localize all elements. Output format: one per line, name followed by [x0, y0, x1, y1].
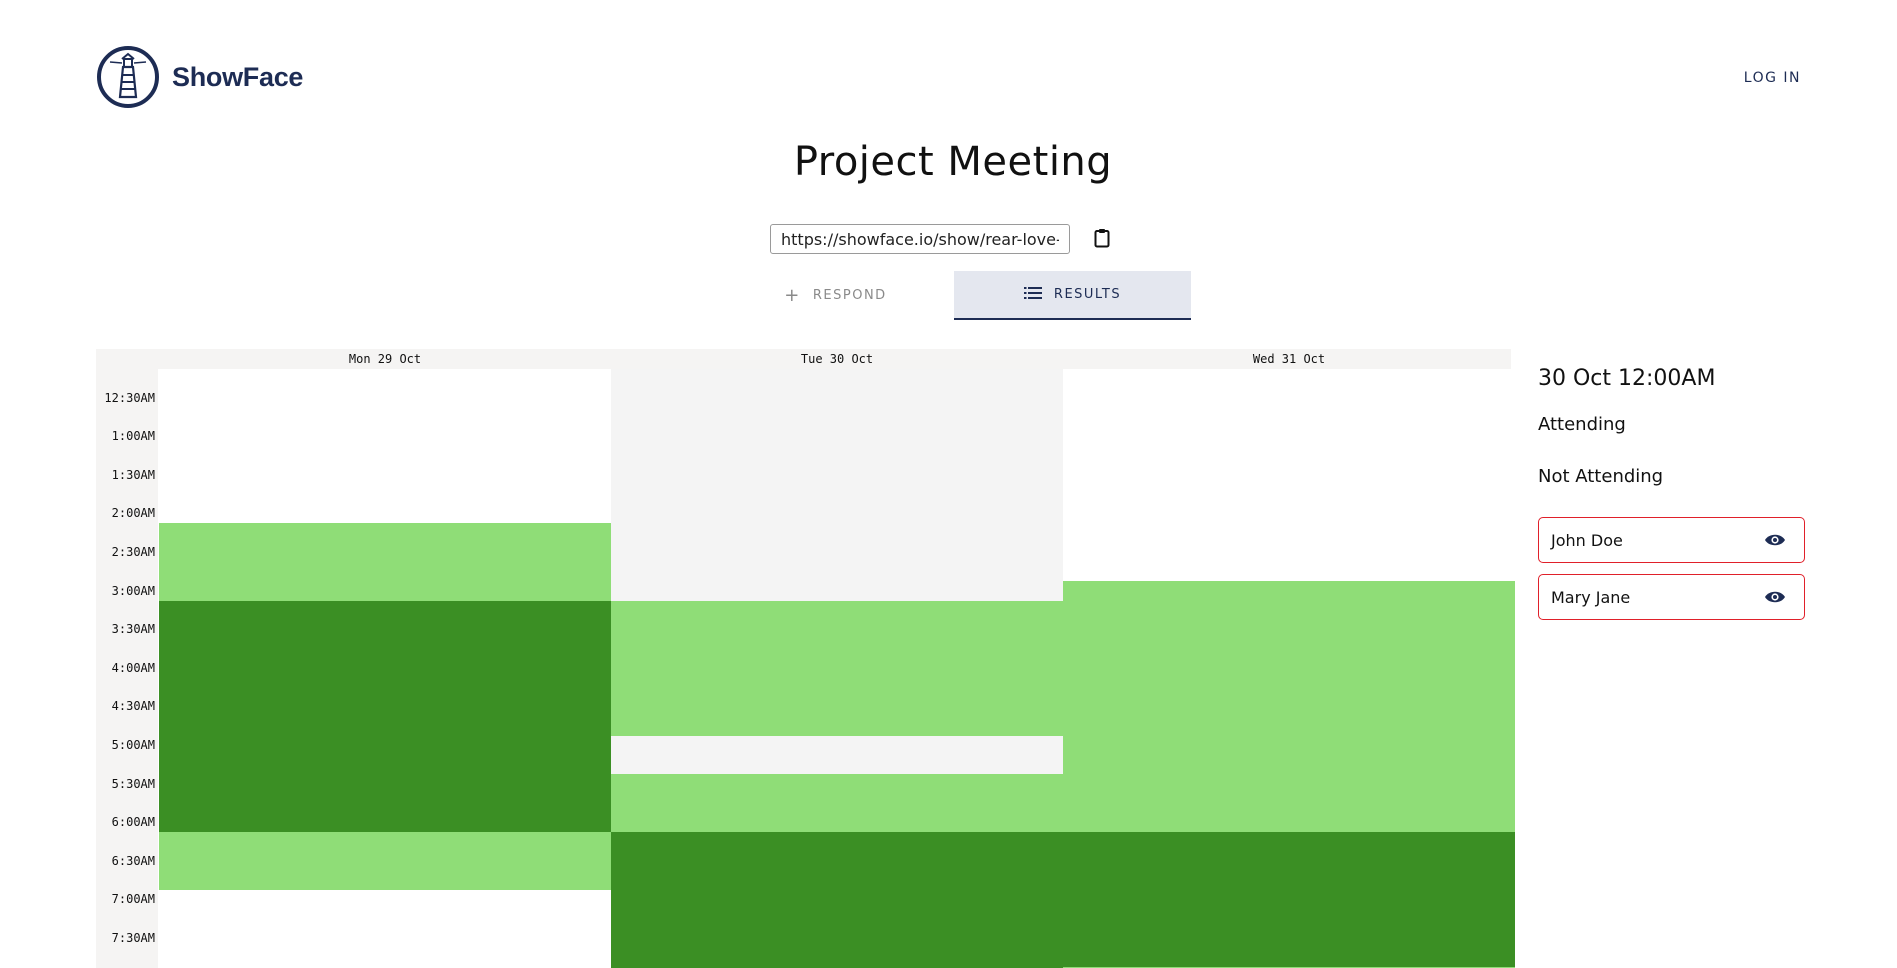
time-slot-none[interactable] [1063, 369, 1515, 582]
time-label: 6:30AM [111, 853, 155, 868]
time-slot-one[interactable] [611, 600, 1063, 736]
page-title: Project Meeting [793, 139, 1113, 185]
time-label: 7:30AM [111, 931, 155, 945]
time-slot-unavailable[interactable] [611, 369, 1063, 601]
time-slot-both[interactable] [1063, 832, 1515, 968]
person-mary-jane[interactable]: Mary Jane [1538, 574, 1805, 620]
time-label: 2:30AM [111, 545, 155, 559]
time-label: 12:30AM [104, 390, 155, 405]
person-name: John Doe [1551, 530, 1623, 550]
clipboard-icon[interactable] [1094, 228, 1110, 248]
time-label: 5:30AM [111, 776, 155, 791]
time-label: 1:30AM [111, 467, 155, 482]
time-slot-none[interactable] [159, 369, 611, 524]
eye-icon[interactable] [1764, 590, 1786, 604]
tab-respond-label: RESPOND [812, 288, 887, 303]
share-url-input[interactable] [770, 224, 1070, 254]
tab-results-label: RESULTS [1053, 287, 1122, 302]
time-label: 6:00AM [111, 815, 155, 830]
time-label: 4:00AM [111, 660, 155, 675]
time-slot-none[interactable] [159, 890, 611, 968]
tab-results[interactable]: RESULTS [954, 271, 1191, 320]
time-column: 12:00AM12:30AM1:00AM1:30AM2:00AM2:30AM3:… [96, 349, 158, 968]
time-slot-one[interactable] [611, 774, 1063, 833]
availability-grid: 12:00AM12:30AM1:00AM1:30AM2:00AM2:30AM3:… [96, 349, 1515, 968]
day-header-row: Mon 29 Oct Tue 30 Oct Wed 31 Oct [96, 349, 1511, 369]
time-label: 3:00AM [111, 583, 155, 598]
time-label: 4:30AM [111, 699, 155, 714]
time-slot-unavailable[interactable] [611, 735, 1063, 775]
slot-details: 30 Oct 12:00AM Attending Not Attending [1538, 366, 1805, 487]
eye-icon[interactable] [1764, 533, 1786, 547]
time-slot-one[interactable] [1063, 581, 1515, 833]
slot-title: 30 Oct 12:00AM [1538, 366, 1716, 391]
time-slot-both[interactable] [159, 600, 611, 833]
login-link[interactable]: LOG IN [1744, 70, 1801, 86]
day-header: Tue 30 Oct [800, 352, 874, 366]
not-attending-heading: Not Attending [1538, 466, 1664, 487]
list-icon [1023, 286, 1042, 304]
person-john-doe[interactable]: John Doe [1538, 517, 1805, 563]
time-label: 7:00AM [111, 892, 155, 907]
time-slot-one[interactable] [159, 832, 611, 891]
time-slot-both[interactable] [611, 832, 1063, 968]
tab-respond[interactable]: + RESPOND [717, 271, 954, 320]
time-label: 2:00AM [111, 506, 155, 521]
attending-heading: Attending [1538, 414, 1626, 435]
brand-name: ShowFace [172, 61, 304, 92]
plus-icon: + [784, 284, 801, 306]
lighthouse-icon [97, 46, 159, 108]
day-header: Mon 29 Oct [348, 352, 422, 366]
time-label: 5:00AM [111, 738, 155, 752]
view-tabs: + RESPOND RESULTS [717, 271, 1191, 320]
time-label: 1:00AM [111, 429, 155, 444]
time-label: 3:30AM [111, 622, 155, 637]
time-slot-one[interactable] [159, 523, 611, 601]
person-name: Mary Jane [1551, 587, 1631, 607]
brand-logo[interactable]: ShowFace [96, 46, 303, 108]
day-header: Wed 31 Oct [1252, 352, 1326, 366]
